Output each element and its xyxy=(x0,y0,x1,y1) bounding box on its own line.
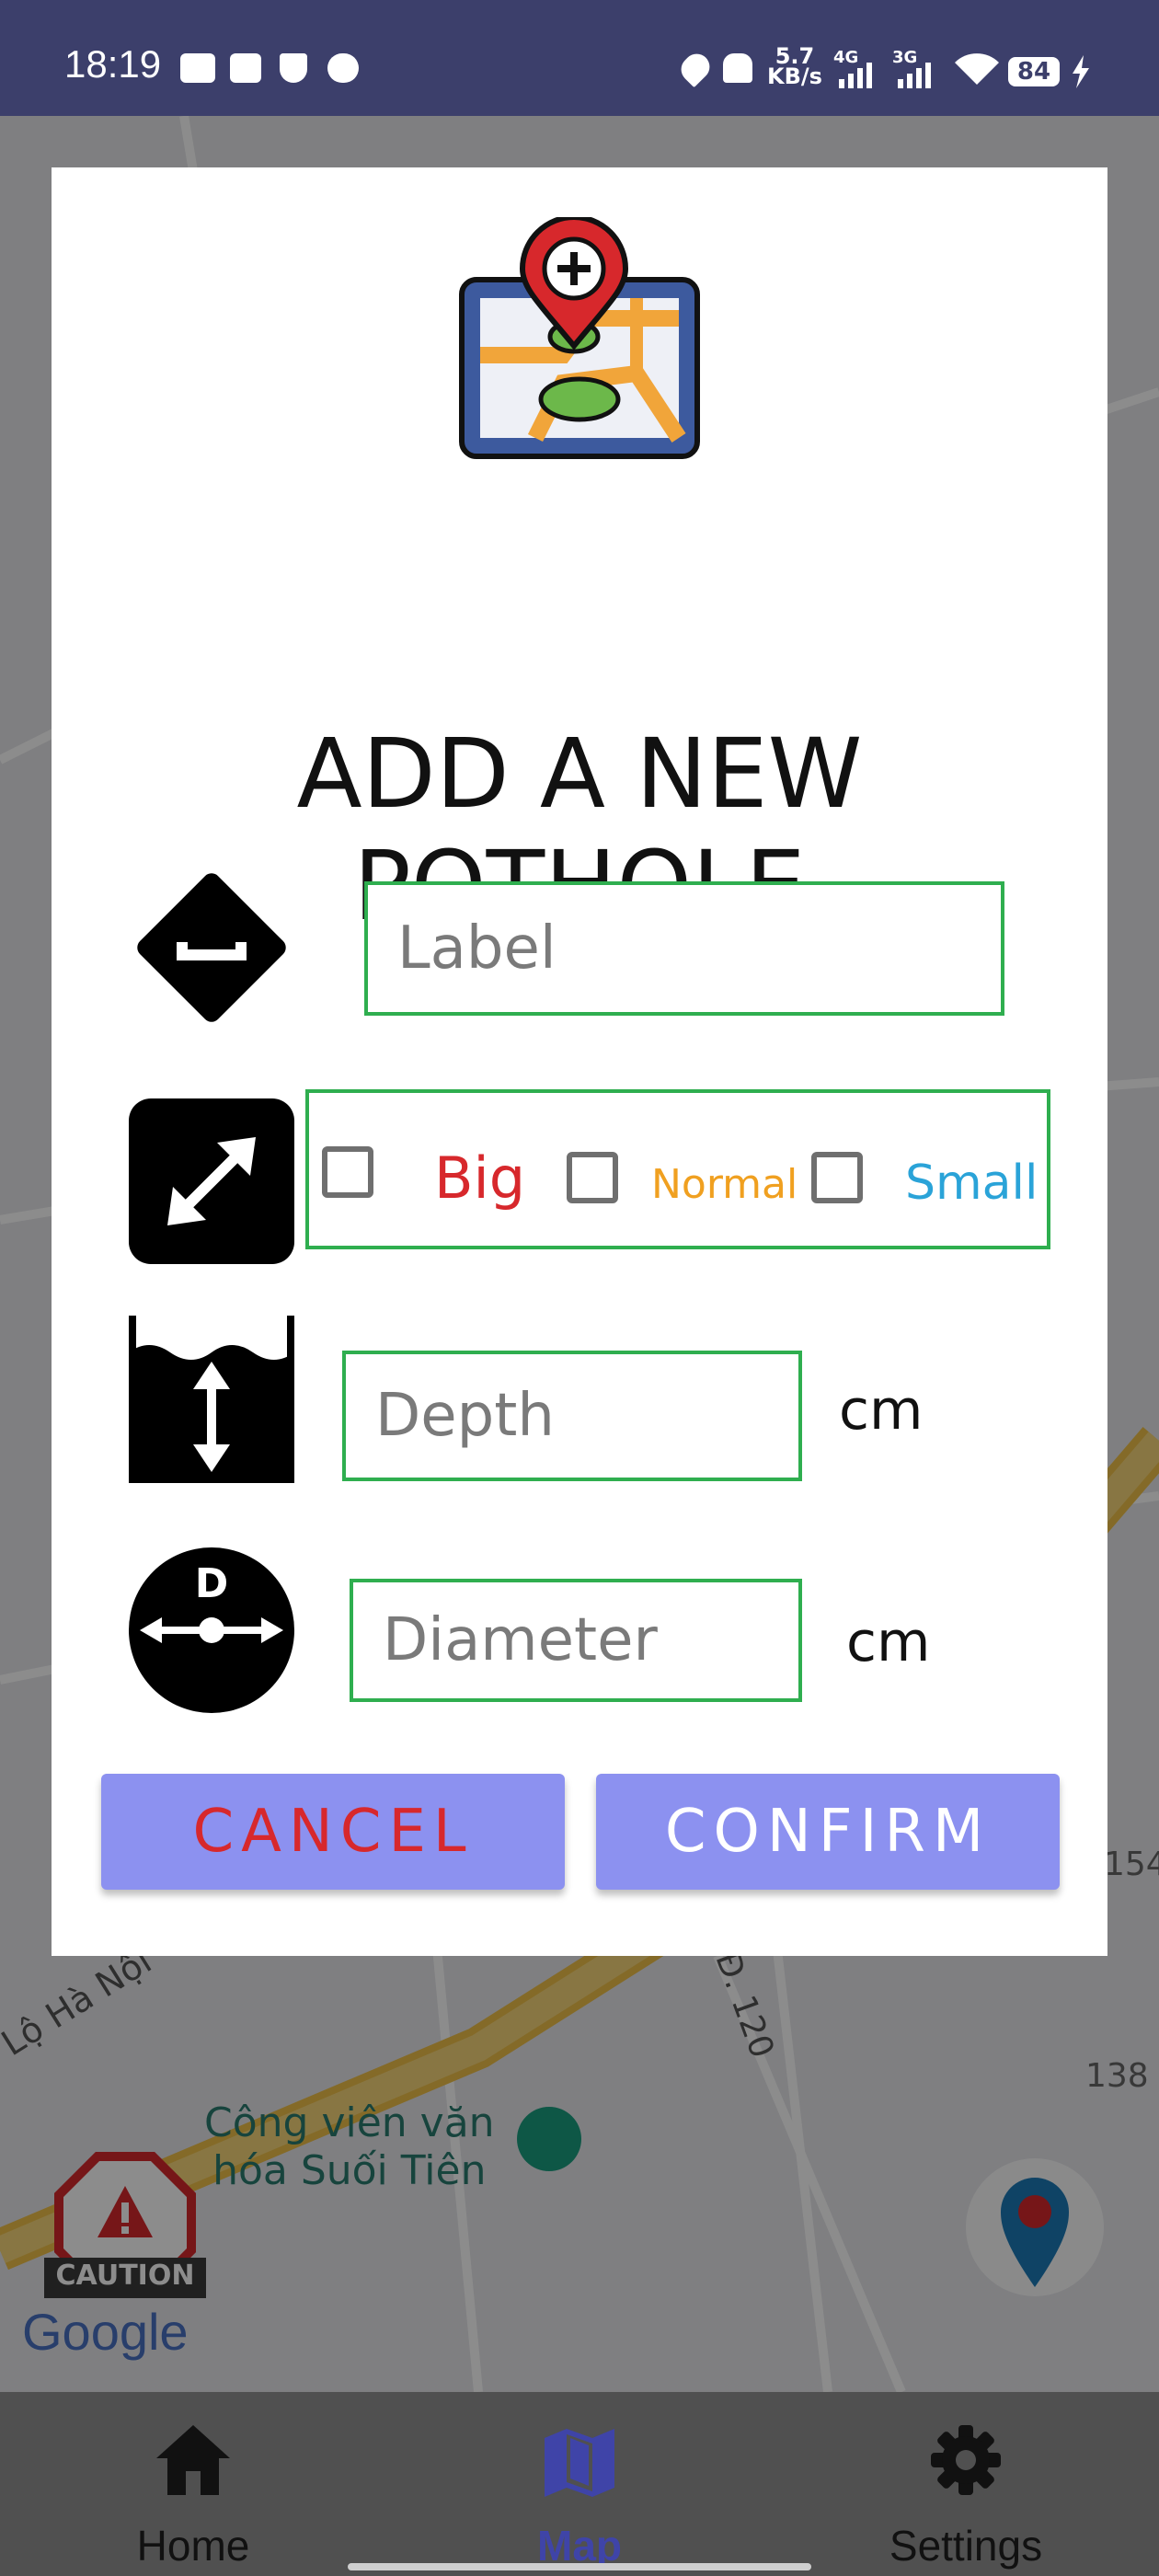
home-icon xyxy=(156,2425,230,2495)
mute-icon xyxy=(723,53,752,83)
diameter-icon: D xyxy=(129,1547,294,1713)
network-speed-unit: KB/s xyxy=(767,63,822,89)
gear-icon xyxy=(931,2425,1001,2495)
messenger-icon xyxy=(327,53,359,83)
battery-level: 84 xyxy=(1016,58,1051,86)
diameter-field[interactable] xyxy=(350,1579,802,1702)
add-pothole-dialog: ADD A NEW POTHOLE Big Normal Small cm xyxy=(52,167,1107,1956)
normal-checkbox[interactable] xyxy=(567,1152,618,1203)
diameter-icon-letter: D xyxy=(194,1560,229,1607)
depth-input[interactable] xyxy=(346,1354,798,1478)
map-icon xyxy=(545,2429,614,2497)
status-bar: 18:19 5.7 KB/s 4G 3G 84 xyxy=(0,0,1159,116)
battery-icon: 84 xyxy=(1008,57,1060,86)
nav-label-home: Home xyxy=(136,2522,250,2570)
location-icon xyxy=(675,48,716,88)
small-label: Small xyxy=(905,1156,1039,1211)
expand-icon xyxy=(129,1098,294,1264)
label-field[interactable] xyxy=(364,881,1004,1016)
pothole-sign-icon xyxy=(137,873,286,1022)
small-checkbox[interactable] xyxy=(811,1152,863,1203)
gesture-home-bar[interactable] xyxy=(348,2563,811,2570)
signal-icon xyxy=(898,63,931,88)
nav-item-settings[interactable]: Settings xyxy=(828,2392,1104,2576)
nav-item-home[interactable]: Home xyxy=(55,2392,331,2576)
depth-field[interactable] xyxy=(342,1351,802,1481)
network-speed: 5.7 KB/s xyxy=(767,45,822,89)
bottom-navigation: Home Map Settings xyxy=(0,2392,1159,2576)
label-input[interactable] xyxy=(368,885,1001,1012)
usb-icon xyxy=(230,53,261,83)
nav-item-map[interactable]: Map xyxy=(442,2392,717,2576)
diameter-input[interactable] xyxy=(353,1582,798,1698)
cancel-button[interactable]: CANCEL xyxy=(101,1774,565,1890)
cancel-label: CANCEL xyxy=(192,1798,474,1866)
wifi-icon xyxy=(955,53,999,85)
depth-unit: cm xyxy=(839,1378,924,1443)
charging-icon xyxy=(1073,55,1089,88)
confirm-label: CONFIRM xyxy=(664,1798,992,1866)
signal-icon xyxy=(839,63,872,88)
confirm-button[interactable]: CONFIRM xyxy=(596,1774,1060,1890)
shield-icon xyxy=(280,53,307,83)
normal-label: Normal xyxy=(651,1161,798,1208)
size-selector: Big Normal Small xyxy=(305,1089,1050,1249)
youtube-icon xyxy=(180,53,215,83)
depth-icon xyxy=(129,1316,294,1483)
big-label: Big xyxy=(434,1144,526,1212)
add-location-map-icon xyxy=(459,217,700,459)
diameter-unit: cm xyxy=(846,1610,931,1674)
nav-label-settings: Settings xyxy=(889,2522,1043,2570)
big-checkbox[interactable] xyxy=(322,1146,373,1198)
status-time: 18:19 xyxy=(64,42,162,86)
